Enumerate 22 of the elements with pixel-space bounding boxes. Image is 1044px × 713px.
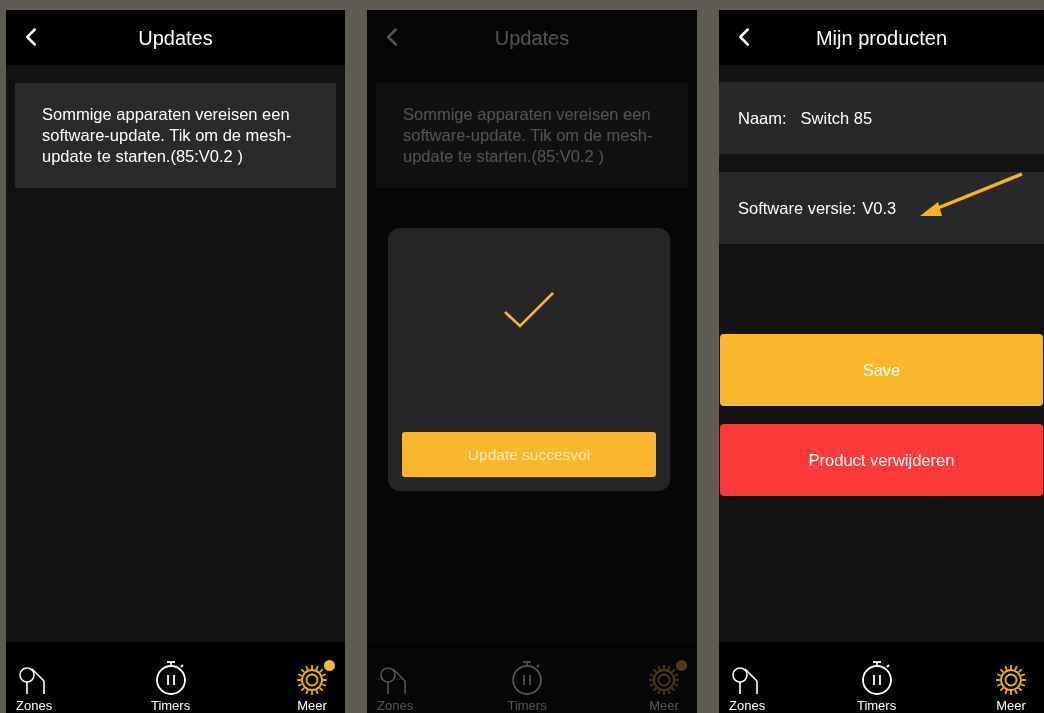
stopwatch-icon — [859, 660, 894, 696]
tab-item[interactable]: Timers — [856, 656, 897, 713]
screen-title: Updates — [138, 25, 213, 51]
field-value: Switch 85 — [800, 107, 873, 129]
stopwatch-icon — [510, 660, 545, 696]
delete-button[interactable]: Product verwijderen — [720, 424, 1043, 496]
stopwatch-icon — [153, 660, 188, 696]
update-notice[interactable]: Sommige apparaten vereisen een software-update. Tik om de mesh-update te starten.(85:V0.2 ) — [15, 83, 336, 188]
tab-item[interactable]: Zones — [16, 662, 53, 713]
field-label: Software versie: — [738, 197, 857, 219]
field-label: Naam: — [738, 107, 787, 129]
screen-title: Mijn producten — [815, 25, 948, 51]
tab-item[interactable]: Meer — [988, 660, 1034, 713]
field-value: V0.3 — [862, 197, 897, 219]
gear-icon — [648, 664, 680, 696]
screen-title: Updates — [494, 25, 570, 51]
tab-item[interactable]: Zones — [729, 662, 766, 713]
tab-item[interactable]: Timers — [150, 656, 191, 713]
gear-icon — [296, 664, 328, 696]
checkmark-icon — [503, 291, 555, 329]
gear-icon — [995, 664, 1027, 696]
tab-item[interactable]: Meer — [289, 660, 335, 713]
